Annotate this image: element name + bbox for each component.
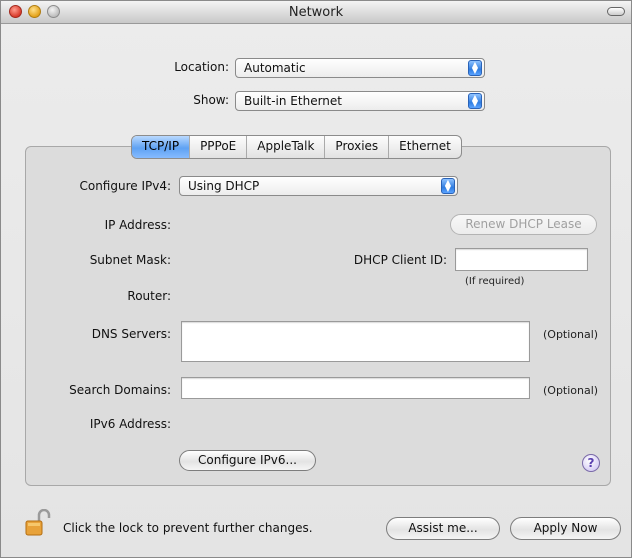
configure-ipv6-button[interactable]: Configure IPv6...: [179, 450, 316, 471]
dhcp-client-id-field[interactable]: [455, 248, 588, 271]
chevron-updown-icon: ▲ ▼: [468, 60, 482, 76]
location-value: Automatic: [244, 61, 306, 75]
assist-me-button[interactable]: Assist me...: [386, 517, 500, 540]
dns-optional-note: (Optional): [543, 328, 599, 341]
dns-servers-field[interactable]: [181, 321, 530, 362]
dhcp-client-id-label: DHCP Client ID:: [353, 253, 447, 267]
location-popup[interactable]: Automatic ▲ ▼: [235, 58, 485, 78]
ip-address-label: IP Address:: [104, 218, 171, 232]
title-bar[interactable]: Network: [1, 1, 631, 24]
renew-dhcp-lease-button[interactable]: Renew DHCP Lease: [450, 214, 597, 235]
configure-ipv4-value: Using DHCP: [188, 179, 260, 193]
lock-message: Click the lock to prevent further change…: [63, 521, 313, 535]
lock-icon[interactable]: [25, 509, 51, 537]
chevron-updown-icon: ▲ ▼: [441, 178, 455, 194]
router-label: Router:: [127, 289, 171, 303]
chevron-updown-icon: ▲ ▼: [468, 93, 482, 109]
configure-ipv4-label: Configure IPv4:: [79, 179, 171, 193]
help-icon[interactable]: ?: [582, 454, 600, 472]
tab-panel: [25, 146, 611, 486]
ipv6-address-label: IPv6 Address:: [89, 417, 171, 431]
location-label: Location:: [174, 60, 229, 74]
search-optional-note: (Optional): [543, 384, 599, 397]
toolbar-toggle-button[interactable]: [607, 7, 625, 16]
show-label: Show:: [193, 93, 229, 107]
search-domains-field[interactable]: [181, 377, 530, 399]
dns-servers-label: DNS Servers:: [91, 327, 171, 341]
if-required-note: (If required): [465, 276, 525, 287]
tab-pppoe[interactable]: PPPoE: [190, 136, 248, 158]
window-title: Network: [288, 5, 344, 20]
apply-now-button[interactable]: Apply Now: [510, 517, 621, 540]
show-popup[interactable]: Built-in Ethernet ▲ ▼: [235, 91, 485, 111]
configure-ipv4-popup[interactable]: Using DHCP ▲ ▼: [179, 176, 458, 196]
tab-tcpip[interactable]: TCP/IP: [132, 136, 191, 158]
tab-proxies[interactable]: Proxies: [325, 136, 390, 158]
tab-ethernet[interactable]: Ethernet: [389, 136, 461, 158]
subnet-mask-label: Subnet Mask:: [89, 253, 171, 267]
tab-bar: TCP/IP PPPoE AppleTalk Proxies Ethernet: [131, 135, 462, 159]
network-window: Network Location: Automatic ▲ ▼ Show: Bui…: [0, 0, 632, 558]
show-value: Built-in Ethernet: [244, 94, 342, 108]
search-domains-label: Search Domains:: [69, 383, 171, 397]
tab-appletalk[interactable]: AppleTalk: [247, 136, 326, 158]
